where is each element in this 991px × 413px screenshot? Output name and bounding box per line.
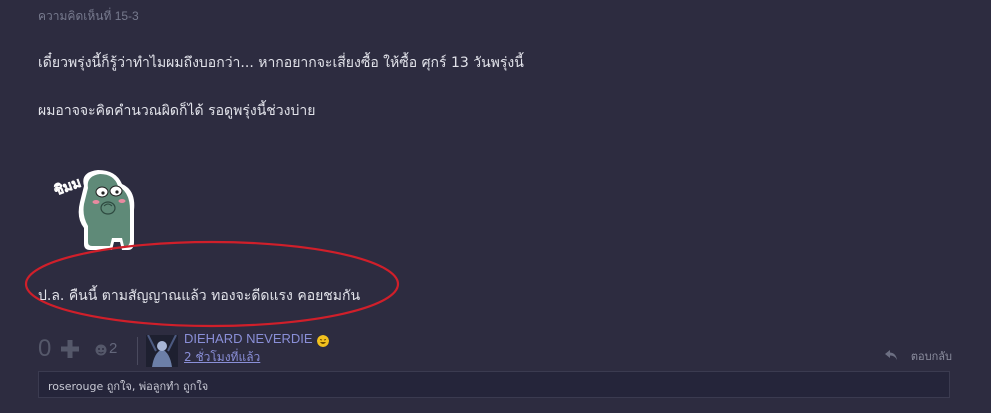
username-link[interactable]: DIEHARD NEVERDIE — [184, 331, 313, 346]
comment-panel: ความคิดเห็นที่ 15-3 เดี๋ยวพรุ่งนี้ก็รู้ว… — [0, 0, 991, 413]
emotion-face-icon[interactable] — [95, 344, 107, 356]
comment-line-2: ผมอาจจะคิดคำนวณผิดก็ได้ รอดูพรุ่งนี้ช่วง… — [38, 103, 316, 119]
avatar[interactable] — [146, 335, 178, 367]
bottom-strip — [0, 406, 991, 413]
comment-line-1: เดี๋ยวพรุ่งนี้ก็รู้ว่าทำไมผมถึงบอกว่า...… — [38, 55, 524, 71]
comment-footer: 0 2 DIEHARD NEVERDIE 2 ชั่วโมงที่แล้ว ตอ… — [38, 331, 952, 369]
reply-button[interactable]: ตอบกลับ — [911, 347, 952, 365]
vote-score: 0 — [38, 335, 52, 362]
likes-text[interactable]: roserouge ถูกใจ, พ่อลูกทำ ถูกใจ — [48, 377, 208, 395]
likes-bar: roserouge ถูกใจ, พ่อลูกทำ ถูกใจ — [38, 371, 950, 398]
sticker-image: ชิมม — [51, 170, 135, 250]
footer-divider — [137, 337, 138, 365]
sticker-text: ชิมม — [52, 175, 84, 200]
plus-icon[interactable] — [60, 339, 80, 359]
comment-line-3: ป.ล. คืนนี้ ตามสัญญาณแล้ว ทองจะดีดแรง คอ… — [38, 288, 361, 304]
comment-number[interactable]: ความคิดเห็นที่ 15-3 — [38, 7, 139, 26]
laughing-face-icon — [317, 335, 329, 347]
reply-arrow-icon[interactable] — [884, 349, 898, 361]
timestamp-link[interactable]: 2 ชั่วโมงที่แล้ว — [184, 348, 260, 367]
emotion-count[interactable]: 2 — [109, 340, 117, 357]
